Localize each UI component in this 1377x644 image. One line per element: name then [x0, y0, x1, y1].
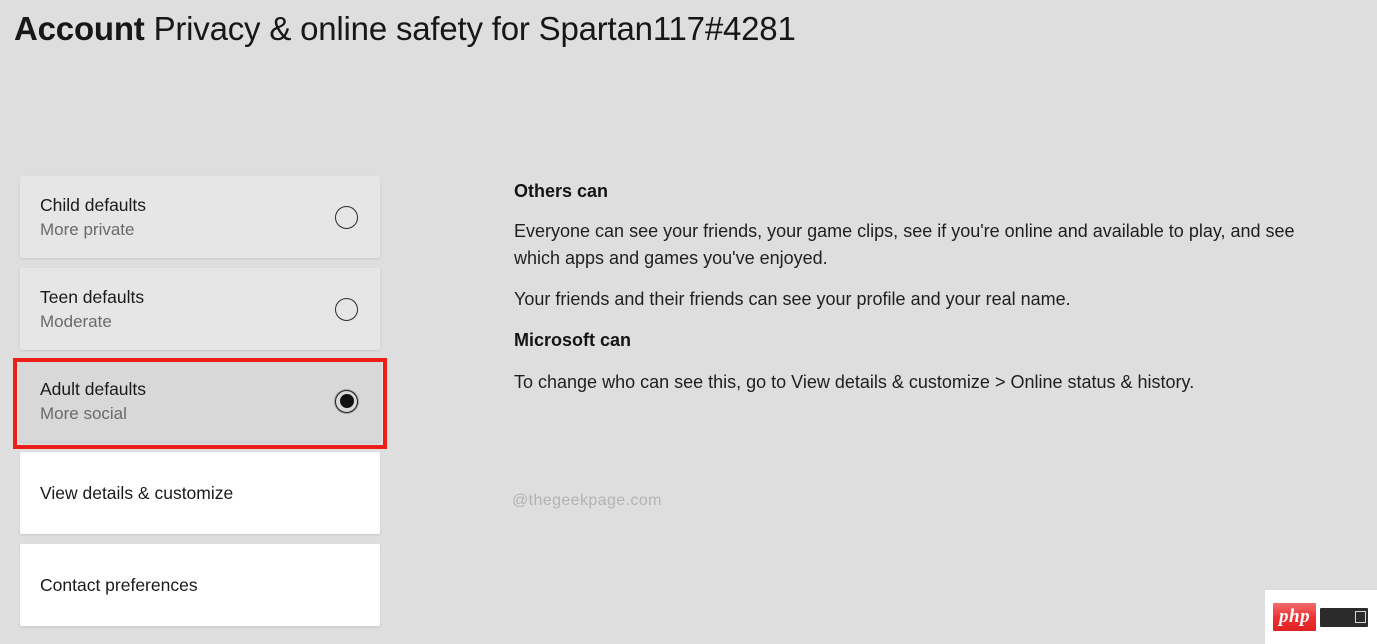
- option-title: Adult defaults: [40, 378, 147, 399]
- option-card-teen-defaults[interactable]: Teen defaults Moderate: [20, 268, 380, 350]
- option-card-adult-defaults[interactable]: Adult defaults More social: [20, 360, 380, 442]
- radio-selected-icon-adult[interactable]: [335, 389, 358, 413]
- option-card-text: Child defaults More private: [40, 194, 146, 241]
- option-card-text: Contact preferences: [40, 574, 198, 597]
- option-subtitle: More social: [40, 403, 127, 423]
- option-title: View details & customize: [40, 482, 234, 503]
- radio-unselected-icon-teen[interactable]: [335, 297, 358, 321]
- php-logo-icon: php: [1273, 603, 1317, 631]
- option-card-view-details[interactable]: View details & customize: [20, 452, 380, 534]
- page-title-bold: Account: [14, 10, 145, 47]
- php-wordmark-icon: [1320, 607, 1369, 627]
- privacy-preset-list: Child defaults More private Teen default…: [20, 176, 380, 636]
- php-logo-badge: php: [1265, 590, 1377, 644]
- microsoft-can-paragraph: To change who can see this, go to View d…: [514, 372, 1195, 392]
- option-card-text: Teen defaults Moderate: [40, 286, 144, 333]
- others-can-heading: Others can: [514, 181, 609, 201]
- option-title: Teen defaults: [40, 286, 145, 307]
- option-card-text: Adult defaults More social: [40, 378, 146, 425]
- others-can-paragraph-2: Your friends and their friends can see y…: [514, 289, 1071, 309]
- option-title: Contact preferences: [40, 574, 198, 595]
- others-can-paragraph-1: Everyone can see your friends, your game…: [514, 221, 1295, 268]
- option-card-contact-preferences[interactable]: Contact preferences: [20, 544, 380, 626]
- option-card-text: View details & customize: [40, 482, 233, 505]
- radio-unselected-icon-child[interactable]: [335, 205, 358, 229]
- watermark-text: @thegeekpage.com: [512, 492, 662, 509]
- page-title-rest: Privacy & online safety for Spartan117#4…: [144, 10, 796, 47]
- option-card-child-defaults[interactable]: Child defaults More private: [20, 176, 380, 258]
- option-title: Child defaults: [40, 194, 147, 215]
- option-subtitle: More private: [40, 219, 135, 239]
- option-subtitle: Moderate: [40, 311, 112, 331]
- page-title: Account Privacy & online safety for Spar…: [14, 8, 796, 50]
- microsoft-can-heading: Microsoft can: [514, 330, 632, 350]
- privacy-description-panel: Others can Everyone can see your friends…: [514, 178, 1344, 396]
